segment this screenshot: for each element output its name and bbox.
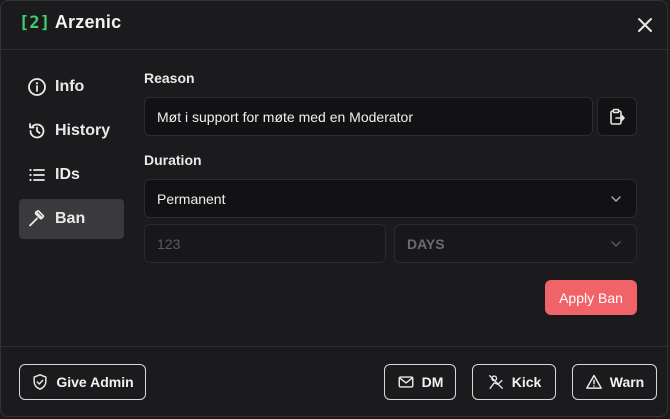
duration-amount-placeholder: 123 — [157, 235, 181, 252]
reason-label: Reason — [144, 70, 195, 86]
reason-value: Møt i support for møte med en Moderator — [157, 108, 413, 125]
warn-label: Warn — [609, 374, 645, 390]
duration-unit-value: DAYS — [407, 235, 445, 252]
paste-reason-button[interactable] — [597, 97, 637, 136]
sidebar-item-label: History — [55, 122, 111, 139]
player-id-tag: [2] — [19, 13, 51, 33]
chevron-down-icon — [611, 195, 621, 202]
duration-amount-input[interactable]: 123 — [144, 224, 386, 263]
close-button[interactable] — [633, 13, 657, 37]
modal-footer: Give Admin DM Kick Warn — [1, 346, 669, 418]
duration-label: Duration — [144, 152, 202, 168]
clipboard-icon — [610, 108, 625, 125]
player-name: Arzenic — [54, 12, 122, 32]
shield-check-icon — [33, 374, 47, 390]
sidebar-item-ids[interactable]: IDs — [19, 155, 124, 195]
sidebar-item-ban[interactable]: Ban — [19, 199, 124, 239]
kick-label: Kick — [511, 374, 542, 390]
modal-header: [2] Arzenic — [1, 1, 669, 50]
dm-button[interactable]: DM — [384, 364, 456, 400]
player-modal: [2] Arzenic Info History IDs Ban Reason … — [0, 0, 669, 418]
duration-select[interactable]: Permanent — [144, 179, 637, 218]
info-icon — [28, 78, 46, 96]
warning-icon — [585, 374, 602, 389]
history-icon — [29, 123, 45, 139]
duration-unit-select[interactable]: DAYS — [394, 224, 637, 263]
sidebar-item-label: Ban — [55, 210, 86, 227]
close-icon — [638, 18, 652, 32]
page-title: [2] Arzenic — [19, 12, 121, 33]
sidebar-item-label: Info — [55, 78, 85, 95]
sidebar-item-history[interactable]: History — [19, 111, 124, 151]
duration-value: Permanent — [157, 190, 226, 207]
sidebar-item-info[interactable]: Info — [19, 67, 124, 107]
warn-button[interactable]: Warn — [572, 364, 657, 400]
gavel-icon — [29, 210, 45, 227]
kick-button[interactable]: Kick — [472, 364, 556, 400]
reason-input[interactable]: Møt i support for møte med en Moderator — [144, 97, 593, 136]
give-admin-button[interactable]: Give Admin — [19, 364, 146, 400]
chevron-down-icon — [611, 240, 621, 247]
sidebar: Info History IDs Ban — [19, 67, 124, 243]
give-admin-label: Give Admin — [56, 374, 134, 390]
dm-label: DM — [421, 374, 444, 390]
kick-icon — [488, 375, 503, 389]
list-icon — [29, 168, 45, 182]
apply-ban-button[interactable]: Apply Ban — [545, 280, 637, 315]
sidebar-item-label: IDs — [55, 166, 80, 183]
mail-icon — [398, 376, 414, 388]
